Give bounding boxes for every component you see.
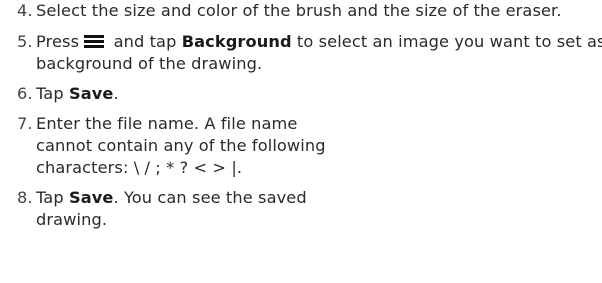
save-option-label: Save bbox=[68, 188, 114, 207]
step-5: 5. Press and tap Background to select an… bbox=[17, 31, 602, 75]
step-6: 6. Tap Save. bbox=[17, 83, 602, 105]
step-number: 7. bbox=[17, 114, 33, 133]
step-number: 8. bbox=[17, 188, 33, 207]
step-7: 7. Enter the file name. A file name cann… bbox=[17, 113, 602, 179]
step-text: Tap Save. You can see the saved drawing. bbox=[36, 187, 341, 231]
save-option-label: Save bbox=[68, 84, 114, 103]
step-4: 4. Select the size and color of the brus… bbox=[17, 0, 602, 22]
step-text-prefix: Tap bbox=[36, 84, 69, 103]
background-option-label: Background bbox=[181, 32, 292, 51]
step-text: Press and tap Background to select an im… bbox=[36, 31, 602, 75]
step-text: Enter the file name. A file name cannot … bbox=[36, 114, 326, 177]
step-text-prefix: Tap bbox=[36, 188, 69, 207]
step-number: 4. bbox=[17, 1, 33, 20]
step-text-prefix: Press bbox=[36, 32, 85, 51]
step-text: Select the size and color of the brush a… bbox=[36, 1, 562, 20]
instruction-steps-list: 4. Select the size and color of the brus… bbox=[17, 0, 602, 240]
step-number: 6. bbox=[17, 84, 33, 103]
step-number: 5. bbox=[17, 32, 33, 51]
menu-icon bbox=[84, 35, 105, 48]
step-8: 8. Tap Save. You can see the saved drawi… bbox=[17, 187, 602, 231]
step-text: Tap Save. bbox=[36, 83, 602, 105]
document-page: 4. Select the size and color of the brus… bbox=[0, 0, 602, 283]
step-text-middle: and tap bbox=[108, 32, 182, 51]
step-text-suffix: . bbox=[113, 84, 119, 103]
